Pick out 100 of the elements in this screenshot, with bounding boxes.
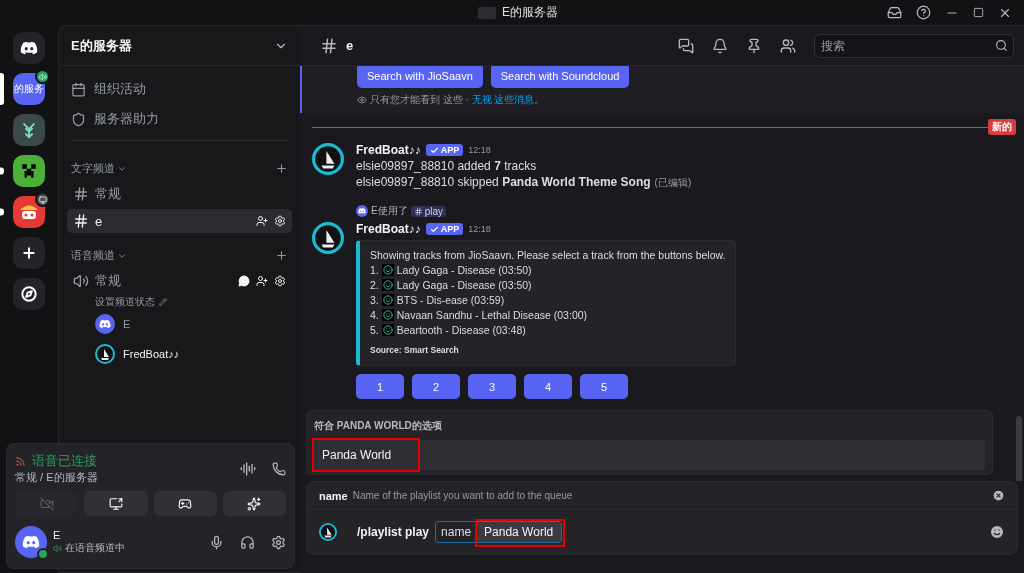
monitor-badge-icon [35,192,50,207]
close-icon[interactable] [992,489,1005,502]
home-button[interactable] [13,32,45,64]
track-title: Beartooth - Disease (03:48) [396,324,526,336]
track-number: 5. [370,324,379,336]
add-channel-icon[interactable] [275,162,288,175]
microphone-icon[interactable] [209,534,224,550]
track-button[interactable]: 3 [468,374,516,399]
channel-name: 常规 [95,185,121,203]
command-name: /playlist play [357,525,430,539]
sidebar-link[interactable]: 服务器助力 [94,110,159,128]
member-name[interactable]: FredBoat♪♪ [123,348,180,360]
emoji-icon[interactable] [989,524,1005,540]
server-thumbnail-icon [478,6,496,19]
channel-item[interactable]: 常规 [67,268,292,294]
embed-description: Showing tracks from JioSaavn. Please select a track from the buttons below. [370,249,726,261]
track-title: Lady Gaga - Disease (03:50) [396,264,532,276]
voice-location: 常规 / E的服务器 [15,470,99,485]
channel-item[interactable]: 常规 [67,181,292,207]
track-number: 3. [370,294,379,306]
soundboard-button[interactable] [222,491,286,516]
category-header[interactable]: 文字频道 [71,161,115,176]
creeper-face-icon [20,162,38,180]
track-button[interactable]: 2 [412,374,460,399]
channel-item[interactable]: e [67,209,292,233]
smiley-icon [381,279,394,291]
track-number: 2. [370,279,379,291]
avatar-icon [95,314,115,334]
speaker-icon [53,543,62,553]
server-indicator [0,208,4,216]
members-icon[interactable] [780,37,796,54]
reply-text: E使用了 [371,204,408,218]
hash-icon [73,213,89,229]
author-name[interactable]: FredBoat♪♪ [356,222,421,236]
check-icon [429,224,439,234]
autocomplete-option[interactable]: Panda World [314,440,985,470]
disconnect-icon[interactable] [272,461,286,476]
channel-title: e [346,38,355,53]
screen-share-button[interactable] [84,491,148,516]
help-icon[interactable] [916,5,931,20]
member-name[interactable]: E [123,318,131,330]
sidebar-link[interactable]: 组织活动 [94,80,146,98]
ephemeral-notice: 只有您才能看到 这些 · 无视 这些消息。 [370,93,545,107]
message-text: elsie09897_88810 added 7 tracks [356,159,538,173]
user-name: E [53,529,62,541]
window-title: E的服务器 [502,4,558,21]
option-name: name [319,489,348,502]
sailboat-icon [312,222,344,254]
settings-icon[interactable] [271,534,286,550]
camera-off-icon [39,496,54,511]
timestamp: 12:18 [468,145,491,155]
calendar-icon [71,81,86,97]
shield-icon [71,111,86,127]
discord-logo-icon [20,39,38,57]
screen-share-icon [108,496,123,511]
search-option-button[interactable]: Search with Soundcloud [490,66,630,88]
track-title: Navaan Sandhu - Lethal Disease (03:00) [396,309,588,321]
bell-icon[interactable] [712,37,728,54]
track-number: 1. [370,264,379,276]
smiley-icon [381,309,394,321]
user-avatar [15,526,47,558]
signal-icon [15,455,26,467]
channel-name: 常规 [95,272,121,290]
server-icon[interactable] [13,155,45,187]
noise-icon[interactable] [240,460,256,477]
author-name[interactable]: FredBoat♪♪ [356,143,421,157]
add-server-button[interactable] [13,237,45,269]
user-status: 在语音频道中 [65,541,125,555]
command-link[interactable]: play [410,205,447,217]
activity-button[interactable] [153,491,217,516]
straw-hat-face-icon [18,203,40,221]
category-header[interactable]: 语音频道 [71,248,115,263]
message-text: elsie09897_88810 skipped Panda World Theme Song (已编辑) [356,175,693,190]
threads-icon[interactable] [678,37,694,54]
server-icon[interactable] [13,114,45,146]
smiley-icon [381,264,394,276]
gamepad-icon [178,496,193,511]
hash-icon [413,206,423,216]
explore-button[interactable] [13,278,45,310]
compass-icon [21,286,37,302]
autocomplete-title: 符合 PANDA WORLD的选项 [314,419,443,433]
track-button[interactable]: 1 [356,374,404,399]
track-button[interactable]: 4 [524,374,572,399]
server-abbreviation: 的服务 [13,82,45,96]
invite-icon[interactable] [256,215,268,227]
message-input[interactable]: name Name of the playlist you want to add to the queue /playlist play name Panda World [306,481,1018,555]
search-field[interactable]: 搜索 [814,33,1014,58]
headphones-icon[interactable] [240,534,255,550]
maximize-icon[interactable] [973,7,984,18]
add-channel-icon[interactable] [275,249,288,262]
add-icon [21,245,37,261]
invite-icon[interactable] [256,275,268,287]
inbox-icon[interactable] [887,5,902,20]
speaker-icon [73,273,89,289]
chat-bubble-icon[interactable] [238,275,250,287]
server-indicator [0,167,4,175]
pin-icon[interactable] [746,37,762,54]
track-button[interactable]: 5 [580,374,628,399]
option-hint: Name of the playlist you want to add to the queue [352,490,574,501]
search-option-button[interactable]: Search with JioSaavn [357,66,483,88]
